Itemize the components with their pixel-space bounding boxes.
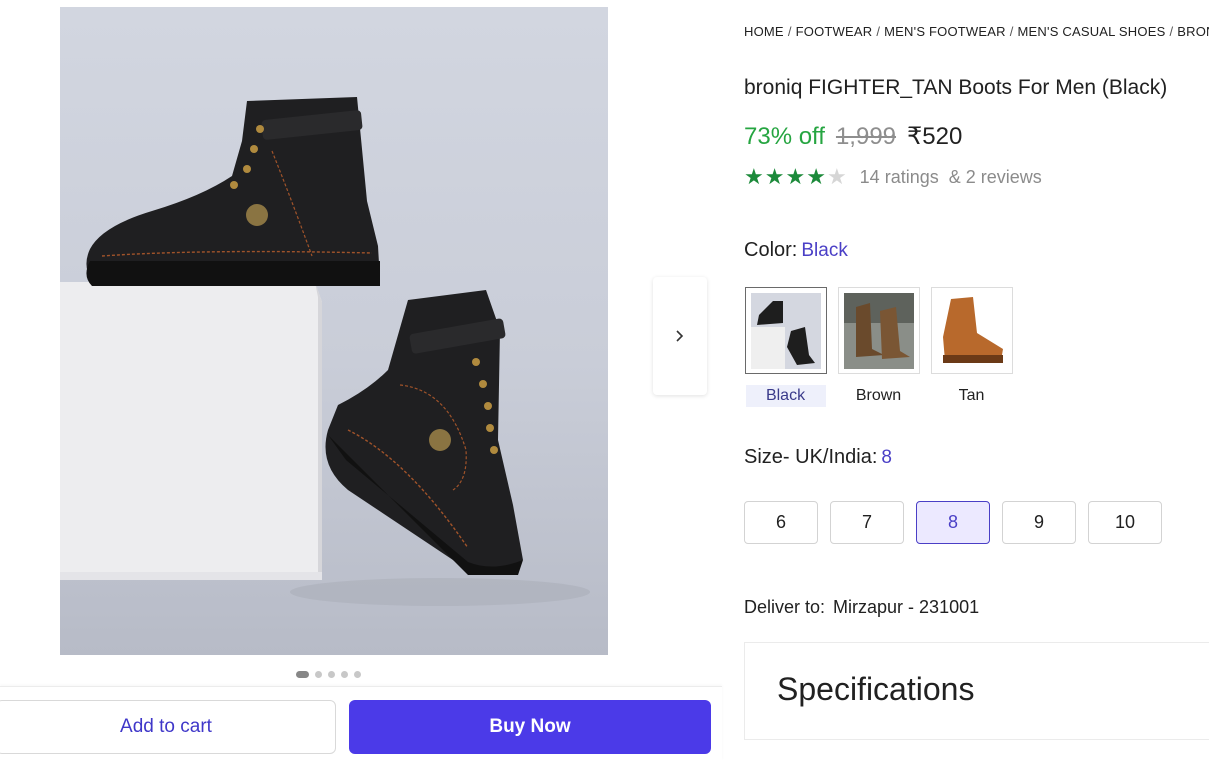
star-icon: ★	[744, 164, 764, 189]
breadcrumb: HOME / FOOTWEAR / MEN'S FOOTWEAR / MEN'S CASUA…	[744, 24, 1209, 39]
specifications-heading: Specifications	[777, 671, 975, 707]
selling-price: ₹520	[907, 123, 963, 150]
size-option[interactable]: 10	[1088, 501, 1162, 544]
swatch-label: Brown	[855, 387, 902, 404]
swatch-label: Tan	[958, 387, 985, 404]
color-swatch-black[interactable]: Black	[744, 287, 827, 407]
size-label-row: Size- UK/India: 8	[744, 446, 892, 469]
breadcrumb-item[interactable]: BRON	[1177, 24, 1209, 39]
size-option[interactable]: 9	[1002, 501, 1076, 544]
carousel-dot[interactable]	[328, 671, 335, 678]
swatch-thumbnail	[930, 287, 1013, 374]
color-swatch-tan[interactable]: Tan	[930, 287, 1013, 407]
image-carousel-dots	[296, 671, 361, 678]
delivery-location[interactable]: Deliver to: Mirzapur - 231001	[744, 597, 979, 618]
star-icon: ★	[764, 164, 785, 189]
swatch-label: Black	[745, 385, 826, 407]
swatch-thumbnail	[744, 287, 827, 374]
next-image-button[interactable]	[653, 277, 707, 395]
breadcrumb-item[interactable]: MEN'S FOOTWEAR	[884, 24, 1006, 39]
star-rating: ★ ★ ★ ★ ★	[744, 166, 847, 188]
size-option[interactable]: 6	[744, 501, 818, 544]
cta-bar: Add to cart Buy Now	[0, 686, 722, 760]
color-selected-value: Black	[801, 240, 848, 261]
ratings-count: 14 ratings	[859, 166, 939, 187]
deliver-label: Deliver to:	[744, 597, 826, 617]
specifications-section[interactable]: Specifications	[744, 642, 1209, 740]
chevron-right-icon	[676, 330, 684, 342]
color-swatch-brown[interactable]: Brown	[837, 287, 920, 407]
star-icon: ★	[785, 164, 806, 189]
size-option[interactable]: 7	[830, 501, 904, 544]
reviews-count: & 2 reviews	[948, 166, 1042, 187]
color-label: Color:	[744, 239, 798, 261]
product-title: broniq FIGHTER_TAN Boots For Men (Black)	[744, 76, 1168, 99]
original-price: 1,999	[835, 123, 897, 150]
star-icon: ★	[806, 164, 826, 189]
rating-row[interactable]: ★ ★ ★ ★ ★ 14 ratings & 2 reviews	[744, 166, 1042, 188]
product-image[interactable]	[60, 7, 608, 655]
size-selected-value: 8	[881, 447, 892, 468]
breadcrumb-item[interactable]: FOOTWEAR	[796, 24, 873, 39]
carousel-dot[interactable]	[296, 671, 309, 678]
add-to-cart-button[interactable]: Add to cart	[0, 700, 336, 754]
discount-percent: 73% off	[744, 123, 825, 150]
breadcrumb-item[interactable]: MEN'S CASUAL SHOES	[1018, 24, 1166, 39]
breadcrumb-item[interactable]: HOME	[744, 24, 784, 39]
swatch-thumbnail	[837, 287, 920, 374]
carousel-dot[interactable]	[341, 671, 348, 678]
color-swatches: Black Brown Tan	[744, 287, 1013, 407]
product-details: HOME / FOOTWEAR / MEN'S FOOTWEAR / MEN'S CASUA…	[744, 0, 1209, 760]
size-label: Size- UK/India:	[744, 446, 878, 468]
size-options: 6 7 8 9 10	[744, 501, 1162, 544]
buy-now-button[interactable]: Buy Now	[349, 700, 711, 754]
carousel-dot[interactable]	[315, 671, 322, 678]
color-label-row: Color: Black	[744, 239, 848, 262]
size-option-selected[interactable]: 8	[916, 501, 990, 544]
delivery-place: Mirzapur - 231001	[833, 597, 980, 617]
star-empty-icon: ★	[826, 164, 847, 189]
price-row: 73% off 1,999 ₹520	[744, 122, 962, 151]
carousel-dot[interactable]	[354, 671, 361, 678]
